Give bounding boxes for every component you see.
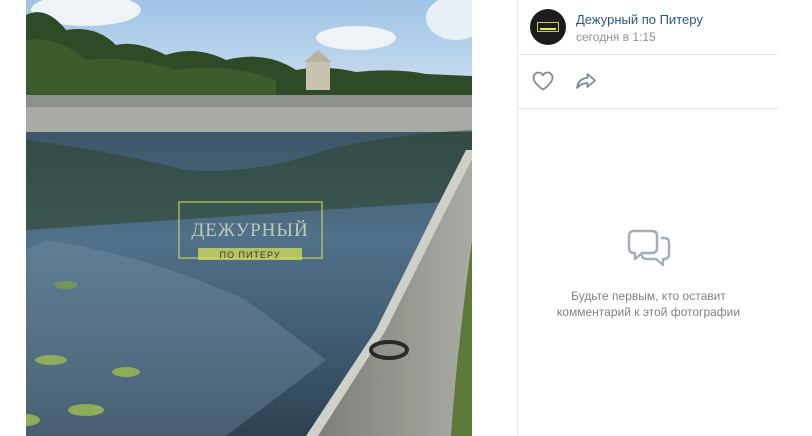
empty-comments-text: Будьте первым, кто оставит комментарий к… xyxy=(556,289,741,319)
watermark-title: ДЕЖУРНЫЙ xyxy=(191,220,308,241)
comments-empty-state: Будьте первым, кто оставит комментарий к… xyxy=(518,225,779,320)
author-name-link[interactable]: Дежурный по Питеру xyxy=(576,12,703,27)
avatar-logo-icon xyxy=(537,22,559,32)
author-avatar[interactable] xyxy=(530,9,566,45)
divider xyxy=(518,54,779,55)
heart-icon[interactable] xyxy=(530,69,556,93)
photo-pane: ДЕЖУРНЫЙ ПО ПИТЕРУ xyxy=(0,0,517,436)
divider xyxy=(518,108,779,109)
post-sidebar: Дежурный по Питеру сегодня в 1:15 Будьте… xyxy=(517,0,779,436)
watermark-subtitle: ПО ПИТЕРУ xyxy=(220,250,281,260)
post-author: Дежурный по Питеру сегодня в 1:15 xyxy=(530,9,770,45)
post-time[interactable]: сегодня в 1:15 xyxy=(576,30,656,44)
post-actions xyxy=(530,69,770,93)
right-gutter xyxy=(778,0,812,436)
post-photo[interactable]: ДЕЖУРНЫЙ ПО ПИТЕРУ xyxy=(26,0,472,436)
share-arrow-icon[interactable] xyxy=(573,69,599,93)
comment-bubbles-icon xyxy=(627,229,670,267)
